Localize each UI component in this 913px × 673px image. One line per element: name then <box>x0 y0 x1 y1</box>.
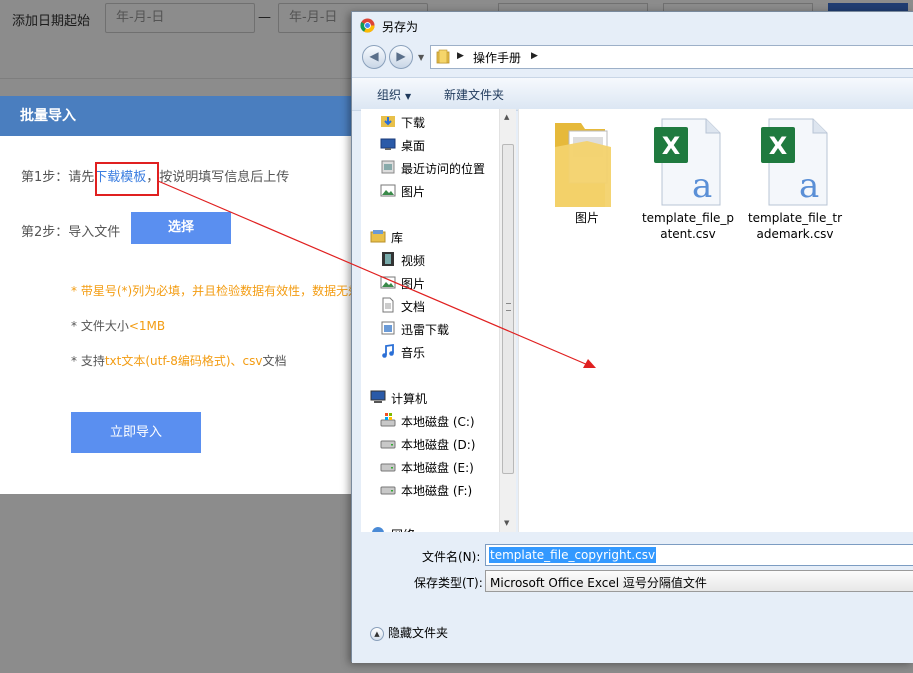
modal-title: 批量导入 <box>0 96 400 136</box>
download-folder-icon <box>381 116 395 127</box>
computer-icon <box>370 390 386 403</box>
navigation-row: ◀ ▶ ▼ ▶ 操作手册 ▶ <box>352 42 913 74</box>
import-now-button[interactable]: 立即导入 <box>71 412 201 453</box>
csv-file-icon: X a <box>654 118 721 206</box>
file-item-csv[interactable]: X a template_file_patent.csv <box>640 117 736 242</box>
nav-item-label: 本地磁盘 (F:) <box>401 484 473 498</box>
file-name: template_file_patent.csv <box>641 211 735 241</box>
svg-text:a: a <box>799 166 819 206</box>
drive-icon <box>380 463 396 472</box>
save-as-dialog: 另存为 ◀ ▶ ▼ ▶ 操作手册 ▶ 组织 ▼ 新建文件夹 下载 桌面 最近访问… <box>351 11 913 663</box>
file-item-folder[interactable]: 图片 <box>539 117 635 226</box>
file-size-value: <1MB <box>128 319 166 333</box>
chevron-down-icon: ▼ <box>405 92 412 101</box>
nav-item-label: 图片 <box>401 185 426 199</box>
organize-label: 组织 <box>377 88 402 102</box>
nav-item-label: 计算机 <box>391 392 428 406</box>
chevron-up-icon: ▲ <box>370 626 384 641</box>
nav-item-label: 本地磁盘 (C:) <box>401 415 475 429</box>
filename-value: template_file_copyright.csv <box>489 547 657 563</box>
thunder-download-icon <box>381 321 395 335</box>
dialog-toolbar: 组织 ▼ 新建文件夹 <box>352 77 913 111</box>
documents-icon <box>382 297 394 313</box>
dialog-title: 另存为 <box>382 20 419 34</box>
filetype-select[interactable]: Microsoft Office Excel 逗号分隔值文件 <box>485 570 913 592</box>
forward-arrow-icon[interactable]: ▶ <box>389 45 413 69</box>
recent-pages-chevron-icon[interactable]: ▼ <box>418 53 424 62</box>
formats-list: txt文本(utf-8编码格式)、csv <box>104 354 263 368</box>
highlight-box <box>95 162 159 196</box>
pictures-icon <box>380 184 396 197</box>
svg-text:a: a <box>692 166 712 206</box>
pictures-icon <box>380 276 396 289</box>
csv-file-icon: X a <box>761 118 828 206</box>
step1-suffix: ，按说明填写信息后上传 <box>146 170 290 185</box>
batch-import-modal: 批量导入 第1步：请先下载模板，按说明填写信息后上传 第2步：导入文件 选择 *… <box>0 96 400 494</box>
nav-pane-scrollbar[interactable]: ▲ ▼ <box>499 109 516 532</box>
file-name: template_file_trademark.csv <box>747 211 843 241</box>
breadcrumb-arrow-icon[interactable]: ▶ <box>531 51 538 61</box>
address-bar[interactable]: ▶ 操作手册 ▶ <box>430 45 913 69</box>
formats-suffix: 文档 <box>262 354 287 368</box>
step1-prefix: 第1步：请先 <box>21 170 95 185</box>
folder-icon <box>555 123 611 207</box>
filename-label: 文件名(N): <box>422 550 481 564</box>
file-size-note: * 文件大小<1MB <box>71 317 165 334</box>
scroll-down-icon[interactable]: ▼ <box>504 519 509 527</box>
nav-item-label: 视频 <box>401 254 426 268</box>
drive-icon <box>380 440 396 449</box>
hide-folders-label: 隐藏文件夹 <box>388 626 449 640</box>
filetype-label: 保存类型(T): <box>414 576 483 590</box>
library-icon <box>370 230 386 243</box>
system-drive-icon <box>380 413 396 427</box>
nav-item-label: 本地磁盘 (D:) <box>401 438 476 452</box>
nav-item-label: 文档 <box>401 300 426 314</box>
select-file-button[interactable]: 选择 <box>131 212 231 244</box>
drive-icon <box>380 486 396 495</box>
music-icon <box>382 343 394 358</box>
svg-text:X: X <box>769 132 788 160</box>
address-path[interactable]: 操作手册 <box>473 49 521 66</box>
desktop-icon <box>380 138 396 150</box>
network-icon <box>372 527 384 532</box>
dialog-titlebar[interactable]: 另存为 <box>352 12 913 40</box>
new-folder-button[interactable]: 新建文件夹 <box>444 86 504 103</box>
back-arrow-icon[interactable]: ◀ <box>362 45 386 69</box>
supported-formats-note: * 支持txt文本(utf-8编码格式)、csv文档 <box>71 352 287 369</box>
filename-field[interactable]: template_file_copyright.csv <box>485 544 913 566</box>
file-item-csv[interactable]: X a template_file_trademark.csv <box>747 117 843 242</box>
svg-text:X: X <box>662 132 681 160</box>
nav-item-label: 迅雷下载 <box>401 323 450 337</box>
nav-item-label: 下载 <box>401 116 426 130</box>
recent-places-icon <box>381 160 395 174</box>
nav-item-label: 桌面 <box>401 139 426 153</box>
step2-label: 第2步：导入文件 <box>21 225 121 240</box>
save-options-panel: 文件名(N): template_file_copyright.csv 保存类型… <box>352 532 913 663</box>
breadcrumb-arrow-icon[interactable]: ▶ <box>457 51 464 61</box>
required-fields-note: * 带星号(*)列为必填，并且检验数据有效性，数据无效 <box>71 284 361 298</box>
chrome-icon <box>360 18 375 33</box>
file-name: 图片 <box>574 211 599 225</box>
nav-item-label: 最近访问的位置 <box>401 162 486 176</box>
video-icon <box>382 252 394 266</box>
organize-menu[interactable]: 组织 ▼ <box>377 86 411 103</box>
navigation-pane: 下载 桌面 最近访问的位置 图片 库 视频 图片 文档 迅雷下载 音乐 计算机 … <box>361 109 516 532</box>
formats-prefix: * 支持 <box>71 354 105 368</box>
nav-item-label: 图片 <box>401 277 426 291</box>
hide-folders-toggle[interactable]: ▲ 隐藏文件夹 <box>370 624 448 641</box>
scrollbar-thumb[interactable] <box>502 144 514 474</box>
scroll-up-icon[interactable]: ▲ <box>504 113 509 121</box>
file-list: 图片 X a template_file_patent.csv X a temp… <box>518 109 913 532</box>
nav-item-label: 本地磁盘 (E:) <box>401 461 474 475</box>
file-size-prefix: * 文件大小 <box>71 319 129 333</box>
nav-item-label: 音乐 <box>401 346 426 360</box>
folder-icon <box>436 49 450 64</box>
nav-item-label: 库 <box>391 231 404 245</box>
scrollbar-grip-icon <box>506 303 511 311</box>
